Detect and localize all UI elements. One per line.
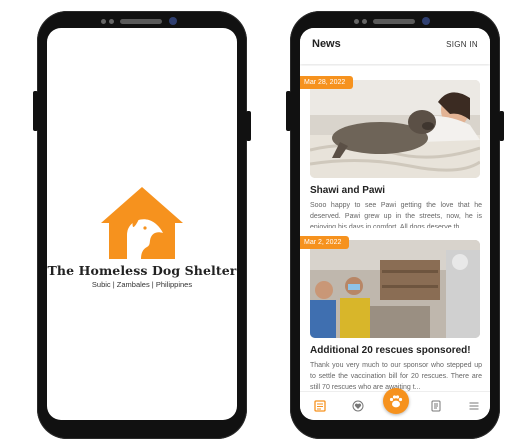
sign-in-button[interactable]: SIGN IN [446,40,478,49]
splash-screen: The Homeless Dog Shelter Subic | Zambale… [47,28,237,420]
sensor-dot [109,19,114,24]
menu-icon[interactable] [468,400,480,412]
post-title: Shawi and Pawi [310,185,386,196]
bottom-nav [300,388,490,420]
brand-subtitle: Subic | Zambales | Philippines [91,280,193,289]
sensor-dot [362,19,367,24]
earpiece-speaker [120,19,162,24]
brand-logo: The Homeless Dog Shelter Subic | Zambale… [47,183,237,289]
date-badge: Mar 2, 2022 [300,236,350,249]
power-button [246,111,251,141]
power-button [499,111,504,141]
post-photo [310,80,480,178]
news-icon[interactable] [314,400,326,412]
volume-button [33,91,38,131]
phone-frame-right: News SIGN IN Mar 28, 2022 Shawi and Pawi… [286,11,504,439]
photo-woman-with-dog [310,80,480,178]
app-header: News SIGN IN [300,28,490,64]
post-photo [310,240,480,338]
photo-clinic-rescues [310,240,480,338]
earpiece-speaker [373,19,415,24]
front-camera [422,17,430,25]
news-card[interactable]: Mar 28, 2022 Shawi and Pawi Sooo happy t… [300,66,490,231]
document-icon[interactable] [430,400,442,412]
phone-frame-left: The Homeless Dog Shelter Subic | Zambale… [33,11,251,439]
sensor-dot [101,19,106,24]
sensor-dot [354,19,359,24]
front-camera [169,17,177,25]
dog-house-logo-icon [101,187,183,259]
volume-button [286,91,291,131]
paw-button[interactable] [383,388,409,414]
post-title: Additional 20 rescues sponsored! [310,345,471,356]
date-badge: Mar 28, 2022 [300,76,354,89]
news-card[interactable]: Mar 2, 2022 Additional 20 rescues sponso… [300,228,490,398]
brand-title: The Homeless Dog Shelter [47,263,237,278]
page-title: News [312,38,341,50]
news-screen: News SIGN IN Mar 28, 2022 Shawi and Pawi… [300,28,490,420]
paw-icon [389,395,403,408]
heart-icon[interactable] [352,400,364,412]
